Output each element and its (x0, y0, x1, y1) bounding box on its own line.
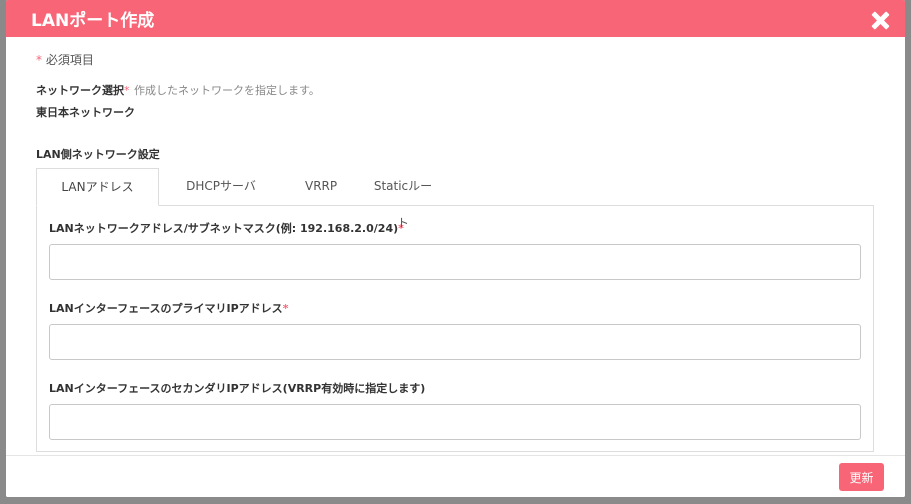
tab-dhcp-server[interactable]: DHCPサーバ (159, 168, 283, 206)
dialog-footer: 更新 (6, 455, 905, 497)
field-network-address: LANネットワークアドレス/サブネットマスク(例: 192.168.2.0/24… (49, 220, 861, 280)
update-button[interactable]: 更新 (839, 463, 884, 491)
dialog-title: LANポート作成 (31, 11, 155, 31)
required-asterisk: * (282, 302, 289, 315)
network-address-input[interactable] (49, 244, 861, 280)
required-note: * 必須項目 (36, 51, 875, 67)
network-select-row: ネットワーク選択* 作成したネットワークを指定します。 (36, 82, 875, 98)
required-asterisk: * (124, 84, 130, 97)
field-label: LANネットワークアドレス/サブネットマスク(例: 192.168.2.0/24… (49, 220, 861, 235)
primary-ip-input[interactable] (49, 324, 861, 360)
field-primary-ip: LANインターフェースのプライマリIPアドレス* (49, 300, 861, 360)
lan-port-create-dialog: LANポート作成 * 必須項目 ネットワーク選択* 作成したネットワークを指定し… (6, 0, 905, 497)
secondary-ip-label: LANインターフェースのセカンダリIPアドレス(VRRP有効時に指定します) (49, 382, 426, 395)
lan-settings-label: LAN側ネットワーク設定 (36, 148, 160, 161)
field-secondary-ip: LANインターフェースのセカンダリIPアドレス(VRRP有効時に指定します) (49, 380, 861, 440)
close-icon[interactable] (869, 9, 891, 31)
tab-lan-address[interactable]: LANアドレス (36, 168, 159, 206)
dialog-body: * 必須項目 ネットワーク選択* 作成したネットワークを指定します。 東日本ネッ… (6, 37, 905, 455)
required-note-text: 必須項目 (45, 53, 94, 67)
secondary-ip-input[interactable] (49, 404, 861, 440)
tab-vrrp[interactable]: VRRP (283, 168, 351, 206)
selected-network-value: 東日本ネットワーク (36, 106, 135, 119)
tab-panel-lan-address: LANネットワークアドレス/サブネットマスク(例: 192.168.2.0/24… (36, 205, 874, 452)
network-select-hint: 作成したネットワークを指定します。 (134, 84, 320, 97)
tab-bar: LANアドレス DHCPサーバ VRRP Staticルート (36, 168, 875, 230)
required-asterisk: * (36, 53, 42, 67)
network-address-label: LANネットワークアドレス/サブネットマスク(例: 192.168.2.0/24… (49, 222, 399, 235)
dialog-header: LANポート作成 (6, 0, 905, 37)
tab-static-route[interactable]: Staticルート (351, 168, 455, 230)
field-label: LANインターフェースのセカンダリIPアドレス(VRRP有効時に指定します) (49, 380, 861, 395)
network-select-label: ネットワーク選択 (36, 84, 124, 97)
field-label: LANインターフェースのプライマリIPアドレス* (49, 300, 861, 315)
primary-ip-label: LANインターフェースのプライマリIPアドレス (49, 302, 283, 315)
